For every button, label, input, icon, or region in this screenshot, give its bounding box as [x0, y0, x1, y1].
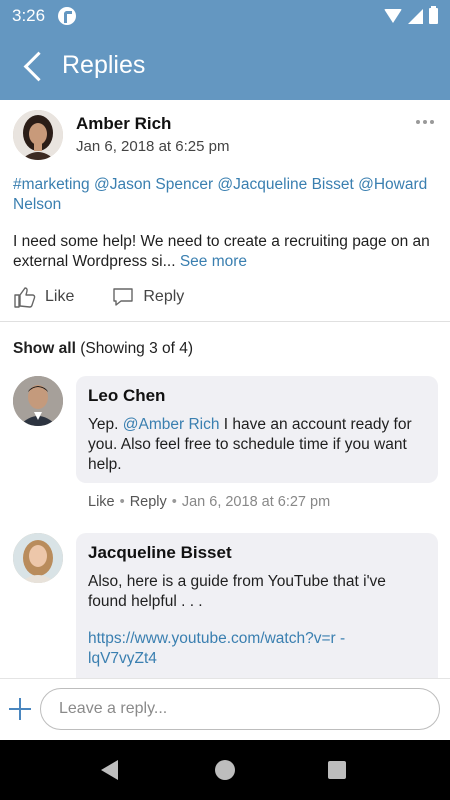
reply-bubble: Jacqueline Bisset Also, here is a guide …: [76, 533, 438, 693]
reply-author[interactable]: Jacqueline Bisset: [88, 543, 232, 563]
reply-like-button[interactable]: Like: [88, 494, 115, 510]
reply-button[interactable]: Reply: [112, 287, 184, 307]
post-tags[interactable]: #marketing @Jason Spencer @Jacqueline Bi…: [13, 175, 433, 215]
status-bar: 3:26: [0, 0, 450, 32]
reply-text: Yep. @Amber Rich I have an account ready…: [88, 415, 418, 475]
youtube-link[interactable]: https://www.youtube.com/watch?v=r -lqV7v…: [88, 629, 378, 669]
signal-icon: [408, 8, 423, 24]
reply-composer: [0, 678, 450, 740]
avatar[interactable]: [13, 533, 63, 583]
separator-dot: •: [171, 494, 177, 510]
thumbs-up-icon: [14, 287, 36, 308]
see-more-link[interactable]: See more: [180, 253, 247, 270]
reply-meta: Like • Reply • Jan 6, 2018 at 6:27 pm: [88, 494, 330, 510]
status-indicators: [384, 6, 438, 25]
status-time: 3:26: [12, 6, 46, 25]
speech-bubble-icon: [113, 288, 134, 306]
page-title: Replies: [62, 51, 146, 79]
app-notification-icon: [58, 7, 76, 25]
more-horizontal-icon[interactable]: [416, 118, 436, 126]
like-button[interactable]: Like: [13, 286, 74, 308]
show-all-label[interactable]: Show all: [13, 340, 76, 357]
mention-link[interactable]: @Amber Rich: [123, 416, 220, 433]
reply-timestamp: Jan 6, 2018 at 6:27 pm: [181, 494, 331, 510]
battery-icon: [429, 6, 438, 24]
reply-input[interactable]: [40, 688, 440, 730]
separator-dot: •: [119, 494, 125, 510]
nav-back-icon[interactable]: [101, 760, 118, 780]
post-body: I need some help! We need to create a re…: [13, 232, 438, 272]
nav-home-icon[interactable]: [215, 760, 235, 780]
avatar[interactable]: [13, 110, 63, 160]
reply-author[interactable]: Leo Chen: [88, 386, 165, 406]
post-author[interactable]: Amber Rich: [76, 114, 171, 134]
plus-icon[interactable]: [8, 697, 32, 721]
reply-text: Also, here is a guide from YouTube that …: [88, 573, 386, 610]
app-bar: Replies: [0, 32, 450, 100]
wifi-icon: [384, 9, 402, 23]
nav-recents-icon[interactable]: [328, 761, 346, 779]
reply-text-start: Yep.: [88, 416, 123, 433]
original-post: Amber Rich Jan 6, 2018 at 6:25 pm #marke…: [0, 100, 450, 322]
avatar[interactable]: [13, 376, 63, 426]
post-actions: Like Reply: [13, 284, 222, 310]
reply-label: Reply: [143, 288, 185, 305]
reply-reply-button[interactable]: Reply: [130, 494, 167, 510]
show-all-replies[interactable]: Show all (Showing 3 of 4): [13, 340, 193, 358]
replies-count: (Showing 3 of 4): [80, 340, 194, 357]
post-date: Jan 6, 2018 at 6:25 pm: [76, 138, 230, 155]
reply-bubble: Leo Chen Yep. @Amber Rich I have an acco…: [76, 376, 438, 483]
navigation-bar: [0, 740, 450, 800]
back-arrow-icon[interactable]: [14, 46, 54, 86]
like-label: Like: [45, 288, 75, 305]
